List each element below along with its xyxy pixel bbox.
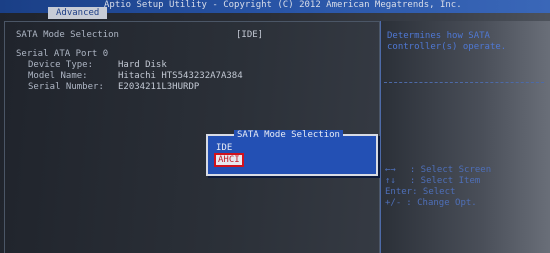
bios-screen: Aptio Setup Utility - Copyright (C) 2012… (0, 0, 550, 253)
serial-number-value: E2034211L3HURDP (118, 82, 200, 92)
key-select-screen: ←→ : Select Screen (385, 165, 491, 176)
key-enter: Enter (385, 187, 413, 197)
sata-mode-dialog[interactable]: SATA Mode Selection IDE AHCI (206, 130, 378, 176)
model-name-value: Hitachi HTS543232A7A384 (118, 71, 243, 81)
help-panel (380, 21, 550, 253)
option-ide[interactable]: IDE (216, 143, 232, 153)
key-action-select-screen: : Select Screen (409, 165, 492, 175)
help-divider (384, 82, 544, 83)
model-name-label: Model Name: (28, 71, 88, 81)
key-plus-minus: +/- (385, 198, 402, 208)
key-select-item: ↑↓ : Select Item (385, 176, 480, 187)
sata-port-heading: Serial ATA Port 0 (16, 49, 109, 59)
device-type-value: Hard Disk (118, 60, 167, 70)
sata-mode-label[interactable]: SATA Mode Selection (16, 30, 119, 41)
key-action-select-item: : Select Item (409, 176, 481, 186)
sata-mode-value[interactable]: [IDE] (236, 30, 263, 41)
tab-advanced[interactable]: Advanced (48, 7, 108, 19)
dialog-title: SATA Mode Selection (234, 130, 343, 141)
key-select: Enter: Select (385, 187, 455, 198)
key-arrows-ud: ↑↓ (385, 176, 396, 186)
option-ahci-selected[interactable]: AHCI (214, 153, 244, 167)
key-action-change-opt: : Change Opt. (406, 198, 477, 208)
key-arrows-lr: ←→ (385, 165, 396, 175)
help-description-line1: Determines how SATA (387, 31, 490, 41)
help-description-line2: controller(s) operate. (387, 42, 507, 52)
bios-title: Aptio Setup Utility - Copyright (C) 2012… (104, 0, 462, 10)
serial-number-label: Serial Number: (28, 82, 104, 92)
key-change-opt: +/- : Change Opt. (385, 198, 477, 209)
device-type-label: Device Type: (28, 60, 94, 70)
key-action-select: : Select (412, 187, 456, 197)
